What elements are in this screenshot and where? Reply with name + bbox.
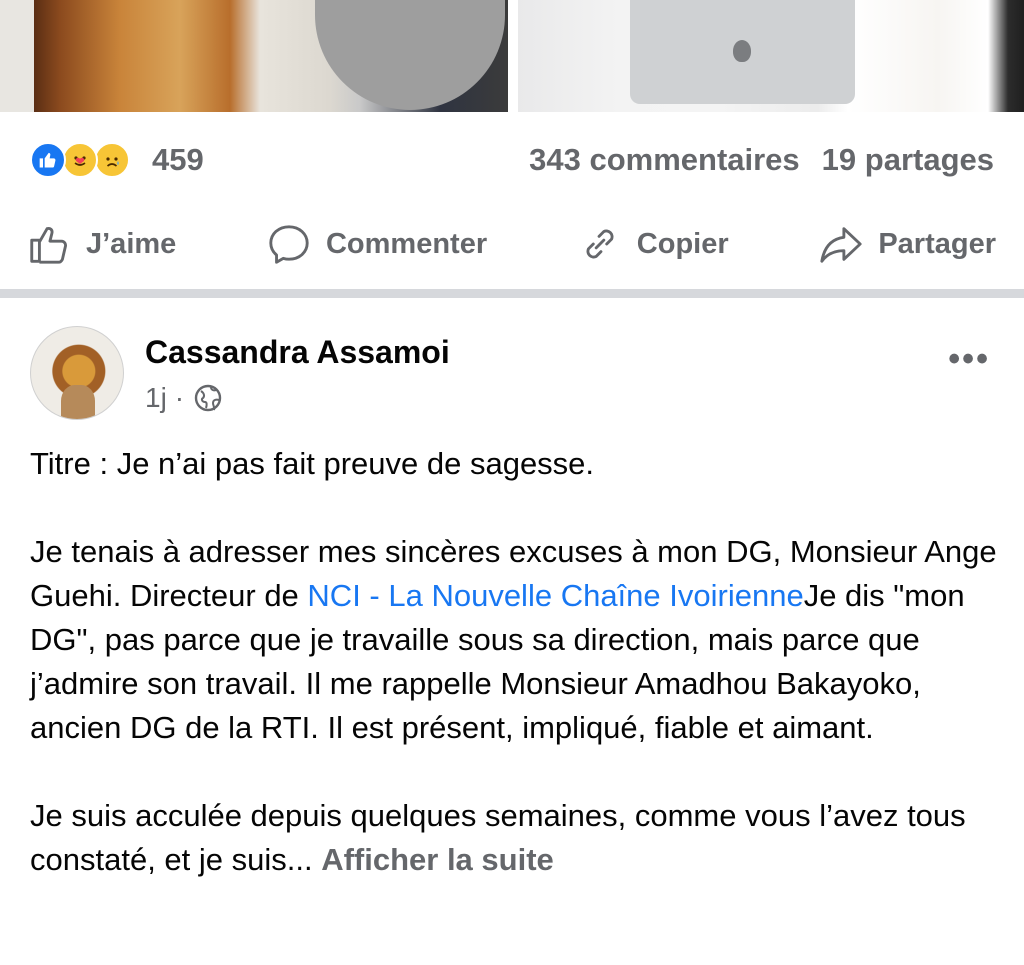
comment-bubble-icon <box>269 225 309 264</box>
globe-icon <box>194 384 222 412</box>
share-arrow-icon <box>820 227 862 263</box>
thumbs-up-icon <box>30 227 67 264</box>
more-options-icon[interactable]: ••• <box>948 340 990 379</box>
post-title-line: Titre : Je n’ai pas fait preuve de sages… <box>30 446 595 481</box>
reaction-count: 459 <box>152 141 204 177</box>
reaction-icons <box>30 140 142 180</box>
post-paragraph-2: Je suis acculée depuis quelques semaines… <box>30 798 966 877</box>
post-header: Cassandra Assamoi 1j · ••• <box>30 326 996 426</box>
comment-button[interactable]: Commenter <box>266 221 487 267</box>
meta-separator: · <box>174 382 185 413</box>
avatar[interactable] <box>30 326 124 420</box>
post-time[interactable]: 1j <box>145 382 167 414</box>
apple-logo-icon <box>733 40 751 62</box>
share-label: Partager <box>878 227 996 260</box>
author-name[interactable]: Cassandra Assamoi <box>145 334 450 371</box>
post-body: Titre : Je n’ai pas fait preuve de sages… <box>30 442 1000 882</box>
care-icon <box>62 141 98 178</box>
post-photo-strip <box>0 0 1024 112</box>
like-button[interactable]: J’aime <box>26 221 176 267</box>
see-more-link[interactable]: Afficher la suite <box>321 842 554 877</box>
comment-label: Commenter <box>325 227 488 260</box>
like-icon <box>30 141 66 178</box>
post-photo-left[interactable] <box>0 0 508 112</box>
page-mention-link[interactable]: NCI - La Nouvelle Chaîne Ivoirienne <box>307 578 803 613</box>
post-photo-right[interactable] <box>518 0 1024 112</box>
sad-icon <box>94 141 130 178</box>
blurred-face <box>315 0 505 110</box>
comments-count[interactable]: 343 commentaires <box>529 142 800 178</box>
link-icon <box>586 229 614 259</box>
post-meta: 1j · <box>145 382 224 414</box>
post-divider <box>0 289 1024 298</box>
post-actions-row: J’aime Commenter Copier Partager <box>0 207 1024 281</box>
copy-link-button[interactable]: Copier <box>577 221 729 267</box>
laptop-image <box>630 0 855 104</box>
shares-count[interactable]: 19 partages <box>822 142 994 178</box>
reactions-summary[interactable]: 459 <box>30 140 204 180</box>
like-label: J’aime <box>86 227 177 260</box>
share-button[interactable]: Partager <box>818 221 996 267</box>
post-stats-row: 459 343 commentaires 19 partages <box>0 112 1024 207</box>
engagement-counts: 343 commentaires 19 partages <box>529 142 994 178</box>
post-paragraph-1: Je tenais à adresser mes sincères excuse… <box>30 534 997 745</box>
copy-label: Copier <box>636 227 729 260</box>
